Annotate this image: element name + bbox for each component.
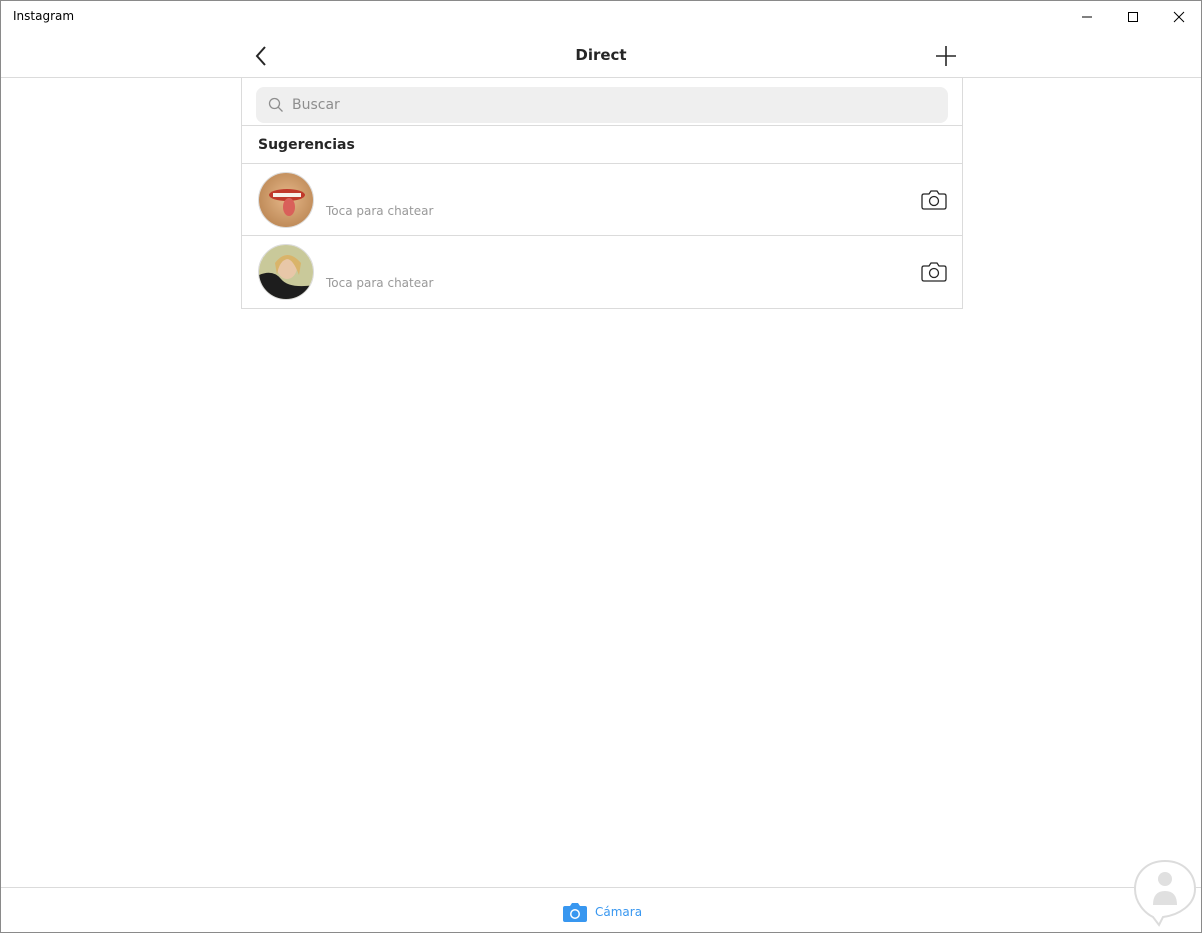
avatar (258, 244, 314, 300)
watermark-logo (1133, 859, 1197, 927)
minimize-button[interactable] (1064, 1, 1110, 33)
page-title: Direct (575, 46, 627, 64)
app-window: Instagram Direct Buscar Sugerencias Toca… (0, 0, 1202, 933)
search-input[interactable] (292, 87, 932, 123)
search-section (242, 78, 962, 126)
camera-fill-icon (563, 903, 587, 922)
camera-nav-button[interactable]: Cámara (563, 900, 642, 924)
suggestion-subtitle: Toca para chatear (326, 276, 434, 290)
maximize-icon (1128, 12, 1138, 22)
new-message-button[interactable] (933, 43, 959, 69)
maximize-button[interactable] (1110, 1, 1156, 33)
close-icon (1173, 11, 1185, 23)
suggestion-row[interactable]: Toca para chatear (242, 236, 962, 308)
direct-panel: Sugerencias Toca para chatear (241, 78, 963, 309)
camera-button[interactable] (920, 188, 948, 212)
avatar (258, 172, 314, 228)
camera-button[interactable] (920, 260, 948, 284)
close-button[interactable] (1156, 1, 1202, 33)
search-icon (268, 97, 283, 112)
suggestions-heading: Sugerencias (242, 126, 962, 164)
suggestion-subtitle: Toca para chatear (326, 204, 434, 218)
suggestion-row[interactable]: Toca para chatear (242, 164, 962, 236)
window-title: Instagram (13, 9, 75, 23)
camera-icon (921, 190, 947, 210)
minimize-icon (1082, 16, 1092, 18)
camera-icon (921, 262, 947, 282)
search-box[interactable] (256, 87, 948, 123)
bottom-bar: Cámara (1, 887, 1201, 932)
plus-icon (936, 46, 956, 66)
camera-label: Cámara (595, 905, 643, 919)
title-bar: Instagram (1, 1, 1201, 33)
direct-header: Direct (1, 33, 1201, 78)
